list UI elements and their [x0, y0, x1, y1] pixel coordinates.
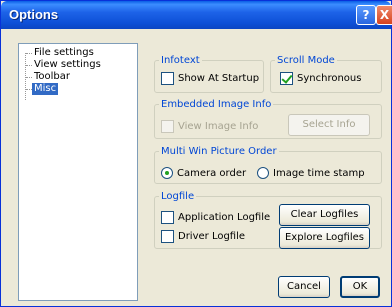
view-image-info-label: View Image Info: [178, 121, 259, 132]
show-at-startup-label: Show At Startup: [178, 73, 260, 84]
tree-item-misc[interactable]: Misc: [32, 83, 59, 95]
category-tree[interactable]: File settings View settings Toolbar Misc: [18, 43, 138, 301]
show-at-startup-checkbox[interactable]: Show At Startup: [161, 72, 259, 85]
radio-circle[interactable]: [257, 167, 269, 179]
close-button[interactable]: X: [376, 5, 392, 25]
ok-button[interactable]: OK: [340, 276, 380, 298]
view-image-info-checkbox[interactable]: View Image Info: [161, 120, 258, 133]
image-time-stamp-label: Image time stamp: [273, 167, 365, 179]
explore-logfiles-button[interactable]: Explore Logfiles: [279, 227, 370, 249]
checkbox-box[interactable]: [161, 72, 174, 85]
cancel-button[interactable]: Cancel: [278, 276, 330, 298]
application-logfile-label: Application Logfile: [178, 212, 271, 223]
infotext-legend: Infotext: [161, 55, 200, 66]
synchronous-checkbox[interactable]: Synchronous: [280, 72, 361, 85]
checkbox-box[interactable]: [161, 230, 174, 243]
close-icon: X: [379, 8, 390, 22]
tree-item-file-settings[interactable]: File settings: [32, 47, 96, 59]
scroll-mode-legend: Scroll Mode: [277, 55, 335, 66]
title-bar[interactable]: Options ? X: [1, 1, 392, 29]
application-logfile-checkbox[interactable]: Application Logfile: [161, 211, 270, 224]
driver-logfile-checkbox[interactable]: Driver Logfile: [161, 230, 245, 243]
checkbox-box[interactable]: [161, 120, 174, 133]
multi-win-order-legend: Multi Win Picture Order: [161, 146, 277, 157]
help-button[interactable]: ?: [356, 5, 376, 25]
embedded-image-info-legend: Embedded Image Info: [161, 99, 272, 110]
driver-logfile-label: Driver Logfile: [178, 231, 246, 242]
select-info-button[interactable]: Select Info: [288, 114, 370, 136]
synchronous-label: Synchronous: [297, 73, 362, 84]
logfile-legend: Logfile: [161, 191, 195, 202]
radio-circle[interactable]: [161, 167, 173, 179]
camera-order-label: Camera order: [177, 167, 247, 179]
clear-logfiles-button[interactable]: Clear Logfiles: [279, 204, 370, 226]
tree-item-view-settings[interactable]: View settings: [32, 59, 103, 71]
checkbox-box[interactable]: [280, 72, 293, 85]
options-dialog: Options ? X File settings View settings …: [0, 0, 392, 307]
help-icon: ?: [362, 8, 370, 22]
camera-order-radio[interactable]: Camera order: [161, 167, 246, 179]
checkbox-box[interactable]: [161, 211, 174, 224]
tree-item-toolbar[interactable]: Toolbar: [32, 71, 72, 83]
image-time-stamp-radio[interactable]: Image time stamp: [257, 167, 365, 179]
window-title: Options: [9, 7, 59, 22]
